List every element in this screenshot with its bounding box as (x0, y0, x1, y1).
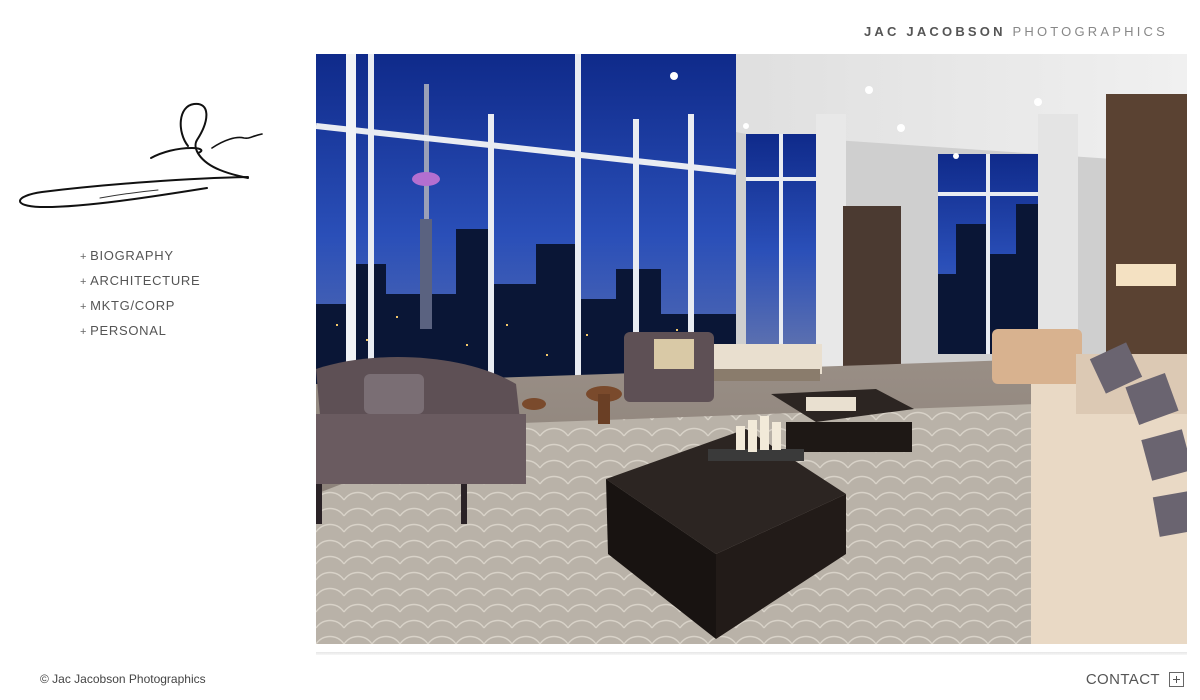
nav-item-personal[interactable]: + PERSONAL (80, 323, 200, 348)
nav-item-label: ARCHITECTURE (90, 273, 201, 288)
site-title[interactable]: JAC JACOBSON PHOTOGRAPHICS (864, 24, 1168, 39)
nav-item-label: MKTG/CORP (90, 298, 176, 313)
plus-icon: + (80, 326, 88, 338)
copyright-text: © Jac Jacobson Photographics (40, 672, 206, 686)
signature-logo[interactable] (12, 96, 274, 218)
nav-item-architecture[interactable]: + ARCHITECTURE (80, 273, 200, 298)
nav-item-label: PERSONAL (90, 323, 167, 338)
nav-item-mktg-corp[interactable]: + MKTG/CORP (80, 298, 200, 323)
hero-photo (316, 54, 1187, 644)
signature-graphic (19, 102, 263, 209)
nav-item-biography[interactable]: + BIOGRAPHY (80, 248, 200, 273)
footer-divider (316, 652, 1187, 655)
contact-label: CONTACT (1085, 671, 1160, 688)
plus-icon: + (80, 301, 88, 313)
hero-photo-illustration (316, 54, 1187, 644)
main-nav: + BIOGRAPHY + ARCHITECTURE + MKTG/CORP + PER… (80, 248, 200, 348)
site-title-name: JAC JACOBSON (863, 24, 1006, 39)
contact-button[interactable]: CONTACT (1086, 671, 1184, 688)
site-title-suffix: PHOTOGRAPHICS (1012, 24, 1168, 39)
nav-item-label: BIOGRAPHY (90, 248, 174, 263)
plus-box-icon[interactable] (1169, 672, 1184, 687)
plus-icon: + (80, 251, 88, 263)
plus-icon: + (80, 276, 88, 288)
